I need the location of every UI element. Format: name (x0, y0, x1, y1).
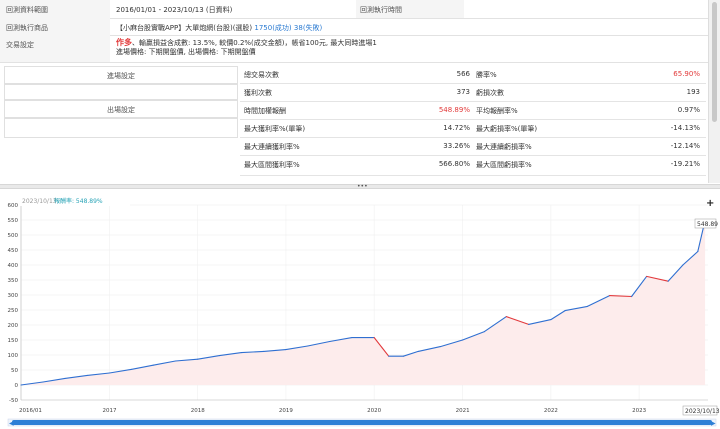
backtest-report-panel: 回測資料範圍 2016/01/01 - 2023/10/13 (日資料) 回測執… (0, 0, 708, 183)
range-value: 2016/01/01 - 2023/10/13 (日資料) (116, 6, 233, 14)
stat-label: 最大獲利率%(單筆) (244, 125, 306, 133)
trade-cost-text: 、輸贏損益含成數: 13.5%, 較價0.2%(成交金額)，帳省100元, 最大… (132, 39, 377, 47)
stat-value: 548.89% (438, 106, 470, 114)
y-tick-label: 100 (8, 353, 19, 359)
range-row: 回測資料範圍 2016/01/01 - 2023/10/13 (日資料) 回測執… (0, 0, 708, 19)
stat-value: 373 (456, 88, 470, 96)
last-date-label: 2023/10/13 (685, 408, 720, 415)
y-tick-label: 600 (8, 203, 19, 209)
target-value: 【小麻台股實戰APP】大單炮網(台股)(選股) 1750(成功) 38(失敗) (112, 18, 322, 35)
stat-value: 65.90% (673, 70, 700, 78)
panel-splitter[interactable]: ••• (0, 183, 720, 190)
y-tick-label: 550 (8, 218, 19, 224)
entry-settings-body (4, 84, 238, 100)
stats-row: 最大區間獲利率% 566.80% 最大區間虧損率% -19.21% (240, 155, 706, 176)
legend-date: 2023/10/13 (22, 198, 57, 205)
y-tick-label: 450 (8, 248, 19, 254)
stats-row: 總交易次數 566 勝率% 65.90% (240, 65, 706, 84)
equity-area-fill (21, 220, 706, 385)
target-label: 回測執行商品 (0, 18, 110, 35)
y-tick-label: 300 (8, 293, 19, 299)
target-fail-link[interactable]: 38(失敗) (294, 24, 322, 32)
target-strategy-name: 【小麻台股實戰APP】大單炮網(台股)(選股) (116, 24, 253, 32)
target-row: 回測執行商品 【小麻台股實戰APP】大單炮網(台股)(選股) 1750(成功) … (0, 18, 708, 36)
exit-settings-body (4, 118, 238, 138)
x-tick-label: 2016/01 (19, 408, 42, 414)
stat-value: 0.97% (677, 106, 700, 114)
stats-row: 獲利次數 373 虧損次數 193 (240, 83, 706, 102)
stat-value: 566.80% (438, 160, 470, 168)
scroll-right-icon[interactable]: ▶ (711, 420, 716, 427)
y-tick-label: 400 (8, 263, 19, 269)
stat-label: 最大連續虧損率% (476, 143, 532, 151)
stat-label: 最大虧損率%(單筆) (476, 125, 538, 133)
stat-value: 566 (456, 70, 470, 78)
stat-label: 虧損次數 (476, 89, 504, 97)
stat-value: -12.14% (670, 142, 700, 150)
stats-row: 最大獲利率%(單筆) 14.72% 最大虧損率%(單筆) -14.13% (240, 119, 706, 138)
panel-scrollbar-thumb[interactable] (712, 2, 717, 122)
stats-row: 最大連續獲利率% 33.26% 最大連續虧損率% -12.14% (240, 137, 706, 156)
legend-return: 報酬率: 548.89% (54, 197, 103, 205)
stat-label: 最大區間虧損率% (476, 161, 532, 169)
trade-label: 交易設定 (0, 35, 110, 62)
equity-chart-svg: -500501001502002503003504004505005506002… (8, 196, 720, 427)
x-tick-label: 2021 (456, 408, 470, 414)
target-success-link[interactable]: 1750(成功) (254, 24, 291, 32)
y-tick-label: 500 (8, 233, 19, 239)
entry-settings-label: 進場設定 (107, 72, 135, 80)
x-tick-label: 2023 (632, 408, 646, 414)
exit-settings[interactable]: 出場設定 (4, 100, 238, 118)
x-tick-label: 2019 (279, 408, 293, 414)
stat-label: 最大區間獲利率% (244, 161, 300, 169)
exit-settings-label: 出場設定 (107, 106, 135, 114)
scroll-left-icon[interactable]: ◀ (9, 420, 14, 427)
y-tick-label: -50 (9, 398, 18, 404)
stat-value: -19.21% (670, 160, 700, 168)
stat-value: -14.13% (670, 124, 700, 132)
chart-range-scrollbar-thumb[interactable] (12, 420, 712, 425)
trade-value: 作多、輸贏損益含成數: 13.5%, 較價0.2%(成交金額)，帳省100元, … (112, 35, 377, 62)
stat-label: 總交易次數 (244, 71, 279, 79)
exec-time-label: 回測執行時間 (356, 0, 464, 18)
trade-side: 作多 (116, 38, 132, 47)
entry-settings[interactable]: 進場設定 (4, 66, 238, 84)
trade-row: 交易設定 作多、輸贏損益含成數: 13.5%, 較價0.2%(成交金額)，帳省1… (0, 35, 708, 63)
stat-label: 時間加權報酬 (244, 107, 286, 115)
stat-label: 勝率% (476, 71, 497, 79)
stats-row: 時間加權報酬 548.89% 平均報酬率% 0.97% (240, 101, 706, 120)
splitter-grip-icon: ••• (357, 183, 368, 190)
stat-value: 14.72% (443, 124, 470, 132)
stat-value: 33.26% (443, 142, 470, 150)
x-tick-label: 2018 (191, 408, 205, 414)
stat-label: 平均報酬率% (476, 107, 518, 115)
stat-label: 獲利次數 (244, 89, 272, 97)
panel-scrollbar[interactable] (708, 0, 720, 183)
range-label: 回測資料範圍 (0, 0, 110, 18)
stat-label: 最大連續獲利率% (244, 143, 300, 151)
y-tick-label: 250 (8, 308, 19, 314)
equity-chart[interactable]: -50 0 50 100 150 200 250 300 350 400 450 500 550 600 2… (0, 190, 720, 427)
y-tick-label: 0 (15, 383, 19, 389)
y-tick-label: 350 (8, 278, 19, 284)
trade-price-text: 進場價格: 下期開盤價, 出場價格: 下期開盤價 (116, 48, 256, 56)
x-tick-label: 2022 (544, 408, 558, 414)
y-tick-label: 200 (8, 323, 19, 329)
x-tick-label: 2020 (367, 408, 381, 414)
x-tick-label: 2017 (102, 408, 116, 414)
last-price-label: 548.89 (697, 221, 718, 228)
zoom-plus-icon[interactable]: + (706, 198, 714, 209)
y-tick-label: 50 (11, 368, 18, 374)
stat-value: 193 (686, 88, 700, 96)
y-tick-label: 150 (8, 338, 19, 344)
